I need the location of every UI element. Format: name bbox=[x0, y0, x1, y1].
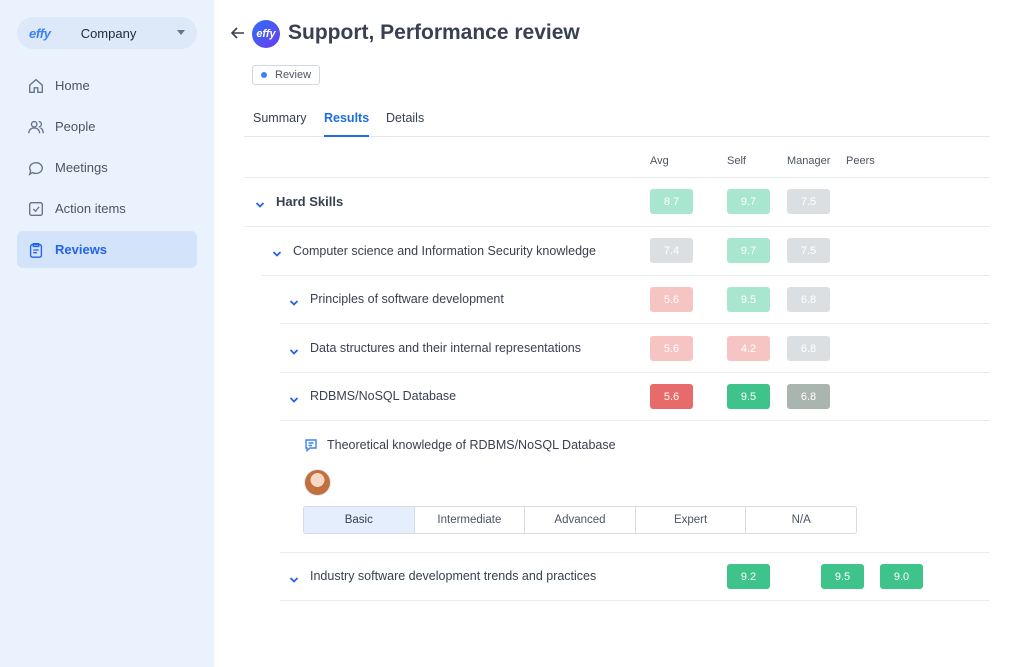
company-name: Company bbox=[80, 25, 137, 41]
divider bbox=[280, 420, 990, 421]
chevron-down-icon[interactable] bbox=[289, 392, 299, 403]
row-label-principles[interactable]: Principles of software development bbox=[310, 292, 504, 306]
score-manager: 9.5 bbox=[821, 564, 864, 589]
people-icon bbox=[28, 120, 44, 133]
divider bbox=[262, 275, 990, 276]
sidebar-item-action-items[interactable]: Action items bbox=[17, 190, 197, 227]
main-content: effy Support, Performance review Review … bbox=[214, 0, 1024, 667]
clipboard-icon bbox=[29, 242, 43, 258]
sidebar-item-label: Reviews bbox=[55, 242, 108, 257]
chevron-down-icon[interactable] bbox=[289, 295, 299, 306]
sidebar-item-label: Meetings bbox=[55, 160, 108, 175]
divider bbox=[280, 323, 990, 324]
review-logo: effy bbox=[252, 20, 280, 48]
score-peers: 9.0 bbox=[880, 564, 923, 589]
score-self: 9.5 bbox=[727, 287, 770, 312]
column-header-self: Self bbox=[727, 155, 746, 167]
row-label-cs-knowledge[interactable]: Computer science and Information Securit… bbox=[293, 244, 596, 258]
level-option-na[interactable]: N/A bbox=[746, 507, 856, 533]
level-option-basic[interactable]: Basic bbox=[304, 507, 415, 533]
row-label-rdbms[interactable]: RDBMS/NoSQL Database bbox=[310, 389, 456, 403]
status-dot-icon bbox=[261, 72, 267, 78]
chat-icon bbox=[28, 161, 43, 176]
home-icon bbox=[29, 78, 43, 93]
score-self: 9.2 bbox=[727, 564, 770, 589]
page-title: Support, Performance review bbox=[288, 21, 580, 44]
chevron-down-icon[interactable] bbox=[289, 344, 299, 355]
level-option-expert[interactable]: Expert bbox=[635, 507, 747, 533]
score-avg: 8.7 bbox=[650, 189, 693, 214]
comment-icon bbox=[304, 438, 318, 452]
score-self: 9.7 bbox=[727, 238, 770, 263]
score-manager: 7.5 bbox=[787, 189, 830, 214]
divider bbox=[280, 552, 990, 553]
score-self: 9.7 bbox=[727, 189, 770, 214]
row-label-hard-skills[interactable]: Hard Skills bbox=[276, 194, 343, 209]
sidebar-item-label: Home bbox=[55, 78, 90, 93]
status-label: Review bbox=[275, 69, 312, 81]
score-avg: 5.6 bbox=[650, 287, 693, 312]
sidebar-item-home[interactable]: Home bbox=[17, 67, 197, 104]
level-option-advanced[interactable]: Advanced bbox=[525, 507, 636, 533]
sidebar-item-reviews[interactable]: Reviews bbox=[17, 231, 197, 268]
column-header-peers: Peers bbox=[846, 155, 875, 167]
avatar[interactable] bbox=[304, 469, 331, 496]
level-selector: Basic Intermediate Advanced Expert N/A bbox=[303, 506, 857, 534]
sidebar-nav: Home People Meetings Action items Review… bbox=[17, 67, 197, 268]
column-header-manager: Manager bbox=[787, 155, 831, 167]
score-manager: 6.8 bbox=[787, 287, 830, 312]
tab-bar: Summary Results Details bbox=[244, 104, 990, 137]
chevron-down-icon[interactable] bbox=[272, 246, 282, 257]
chevron-down-icon[interactable] bbox=[289, 572, 299, 583]
score-manager: 6.8 bbox=[787, 384, 830, 409]
tab-results[interactable]: Results bbox=[324, 111, 370, 137]
divider bbox=[280, 372, 990, 373]
score-avg: 7.4 bbox=[650, 238, 693, 263]
tab-summary[interactable]: Summary bbox=[253, 111, 306, 135]
divider bbox=[244, 177, 990, 178]
brand-logo: effy bbox=[29, 25, 51, 41]
arrow-left-icon bbox=[230, 27, 244, 39]
score-self: 4.2 bbox=[727, 336, 770, 361]
question-text: Theoretical knowledge of RDBMS/NoSQL Dat… bbox=[327, 438, 616, 452]
score-manager: 6.8 bbox=[787, 336, 830, 361]
chevron-down-icon bbox=[177, 30, 185, 35]
tab-details[interactable]: Details bbox=[386, 111, 424, 135]
checkbox-icon bbox=[29, 201, 43, 216]
column-header-avg: Avg bbox=[650, 155, 669, 167]
sidebar: effy Company Home People Meetings Action… bbox=[0, 0, 214, 667]
sidebar-item-label: Action items bbox=[55, 201, 126, 216]
status-badge: Review bbox=[252, 65, 321, 85]
company-switcher[interactable]: effy Company bbox=[17, 17, 197, 49]
score-avg: 5.6 bbox=[650, 384, 693, 409]
level-option-intermediate[interactable]: Intermediate bbox=[414, 507, 526, 533]
score-manager: 7.5 bbox=[787, 238, 830, 263]
sidebar-item-people[interactable]: People bbox=[17, 108, 197, 145]
back-button[interactable] bbox=[230, 25, 248, 43]
divider bbox=[280, 600, 990, 601]
chevron-down-icon[interactable] bbox=[255, 197, 265, 208]
score-avg: 5.6 bbox=[650, 336, 693, 361]
sidebar-item-label: People bbox=[55, 119, 96, 134]
divider bbox=[244, 226, 990, 227]
row-label-industry[interactable]: Industry software development trends and… bbox=[310, 569, 596, 583]
row-label-data-structures[interactable]: Data structures and their internal repre… bbox=[310, 341, 581, 355]
score-self: 9.5 bbox=[727, 384, 770, 409]
sidebar-item-meetings[interactable]: Meetings bbox=[17, 149, 197, 186]
